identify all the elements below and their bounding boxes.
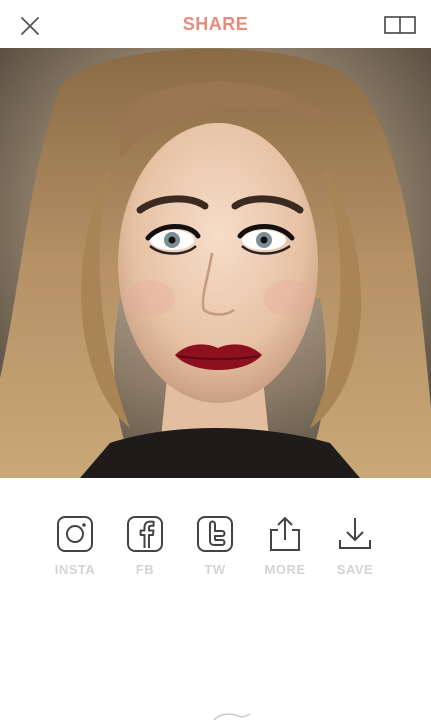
share-options-row: INSTA FB TW MORE SAVE [45, 515, 385, 585]
share-more-label: MORE [264, 562, 306, 577]
compare-view-button[interactable] [383, 14, 417, 36]
share-save-button[interactable]: SAVE [325, 515, 385, 585]
page-title: SHARE [182, 14, 249, 34]
share-instagram-label: INSTA [54, 562, 96, 577]
share-save-label: SAVE [336, 562, 374, 577]
share-twitter-label: TW [204, 562, 226, 577]
edited-portrait-photo [0, 48, 431, 478]
share-up-icon [270, 516, 300, 551]
swipe-handle-icon [213, 713, 251, 720]
twitter-icon [197, 516, 233, 552]
share-facebook-button[interactable]: FB [115, 515, 175, 585]
download-icon [339, 518, 371, 549]
instagram-icon [57, 516, 93, 552]
share-instagram-button[interactable]: INSTA [45, 515, 105, 585]
facebook-icon [127, 516, 163, 552]
share-twitter-button[interactable]: TW [185, 515, 245, 585]
share-facebook-label: FB [135, 562, 155, 577]
top-bar: SHARE [0, 0, 431, 48]
share-more-button[interactable]: MORE [255, 515, 315, 585]
portrait-illustration [0, 48, 431, 478]
split-view-icon [384, 16, 416, 34]
